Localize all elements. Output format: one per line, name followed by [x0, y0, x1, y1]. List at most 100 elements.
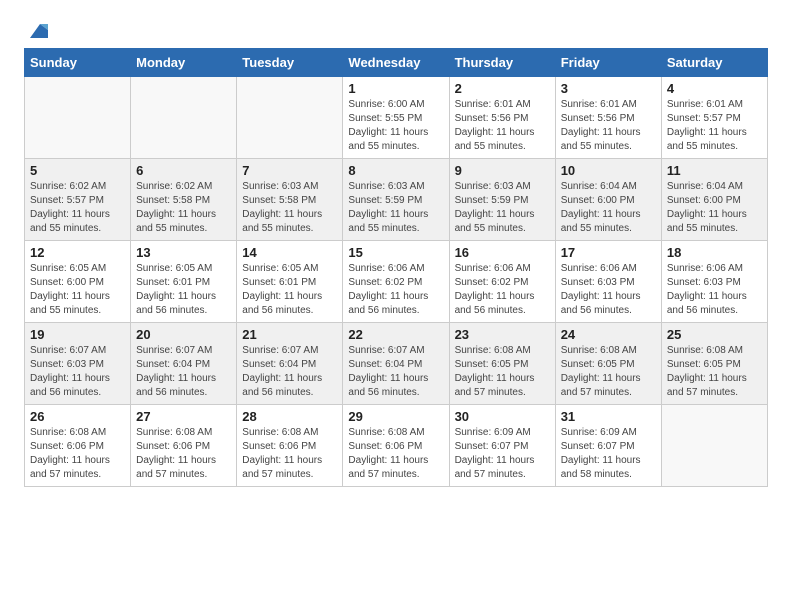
- calendar-cell: [661, 405, 767, 487]
- day-info: Sunrise: 6:09 AM Sunset: 6:07 PM Dayligh…: [561, 426, 656, 482]
- day-number: 8: [348, 163, 443, 178]
- day-number: 29: [348, 409, 443, 424]
- day-number: 21: [242, 327, 337, 342]
- day-info: Sunrise: 6:05 AM Sunset: 6:00 PM Dayligh…: [30, 262, 125, 318]
- day-number: 10: [561, 163, 656, 178]
- day-number: 26: [30, 409, 125, 424]
- calendar-cell: 7 Sunrise: 6:03 AM Sunset: 5:58 PM Daylig…: [237, 159, 343, 241]
- day-info: Sunrise: 6:07 AM Sunset: 6:04 PM Dayligh…: [136, 344, 231, 400]
- day-number: 6: [136, 163, 231, 178]
- weekday-header-row: SundayMondayTuesdayWednesdayThursdayFrid…: [25, 49, 768, 77]
- day-number: 9: [455, 163, 550, 178]
- week-row-2: 5 Sunrise: 6:02 AM Sunset: 5:57 PM Daylig…: [25, 159, 768, 241]
- day-info: Sunrise: 6:05 AM Sunset: 6:01 PM Dayligh…: [136, 262, 231, 318]
- day-info: Sunrise: 6:06 AM Sunset: 6:02 PM Dayligh…: [348, 262, 443, 318]
- calendar-cell: 22 Sunrise: 6:07 AM Sunset: 6:04 PM Dayli…: [343, 323, 449, 405]
- day-number: 24: [561, 327, 656, 342]
- logo: [24, 20, 48, 38]
- day-info: Sunrise: 6:07 AM Sunset: 6:03 PM Dayligh…: [30, 344, 125, 400]
- day-info: Sunrise: 6:03 AM Sunset: 5:59 PM Dayligh…: [348, 180, 443, 236]
- day-number: 30: [455, 409, 550, 424]
- calendar-cell: 21 Sunrise: 6:07 AM Sunset: 6:04 PM Dayli…: [237, 323, 343, 405]
- day-number: 22: [348, 327, 443, 342]
- day-info: Sunrise: 6:00 AM Sunset: 5:55 PM Dayligh…: [348, 98, 443, 154]
- day-number: 16: [455, 245, 550, 260]
- calendar-cell: 9 Sunrise: 6:03 AM Sunset: 5:59 PM Daylig…: [449, 159, 555, 241]
- day-number: 23: [455, 327, 550, 342]
- day-info: Sunrise: 6:08 AM Sunset: 6:06 PM Dayligh…: [136, 426, 231, 482]
- logo-icon: [26, 20, 48, 42]
- day-number: 28: [242, 409, 337, 424]
- day-number: 7: [242, 163, 337, 178]
- week-row-4: 19 Sunrise: 6:07 AM Sunset: 6:03 PM Dayli…: [25, 323, 768, 405]
- day-info: Sunrise: 6:08 AM Sunset: 6:05 PM Dayligh…: [561, 344, 656, 400]
- calendar-cell: 5 Sunrise: 6:02 AM Sunset: 5:57 PM Daylig…: [25, 159, 131, 241]
- week-row-5: 26 Sunrise: 6:08 AM Sunset: 6:06 PM Dayli…: [25, 405, 768, 487]
- day-number: 15: [348, 245, 443, 260]
- calendar-cell: 1 Sunrise: 6:00 AM Sunset: 5:55 PM Daylig…: [343, 77, 449, 159]
- calendar-cell: 8 Sunrise: 6:03 AM Sunset: 5:59 PM Daylig…: [343, 159, 449, 241]
- calendar-cell: 23 Sunrise: 6:08 AM Sunset: 6:05 PM Dayli…: [449, 323, 555, 405]
- calendar-cell: 20 Sunrise: 6:07 AM Sunset: 6:04 PM Dayli…: [131, 323, 237, 405]
- calendar-cell: 31 Sunrise: 6:09 AM Sunset: 6:07 PM Dayli…: [555, 405, 661, 487]
- page-container: SundayMondayTuesdayWednesdayThursdayFrid…: [0, 0, 792, 507]
- day-info: Sunrise: 6:09 AM Sunset: 6:07 PM Dayligh…: [455, 426, 550, 482]
- day-info: Sunrise: 6:08 AM Sunset: 6:05 PM Dayligh…: [667, 344, 762, 400]
- calendar-cell: [237, 77, 343, 159]
- day-info: Sunrise: 6:04 AM Sunset: 6:00 PM Dayligh…: [667, 180, 762, 236]
- calendar-cell: 3 Sunrise: 6:01 AM Sunset: 5:56 PM Daylig…: [555, 77, 661, 159]
- day-number: 4: [667, 81, 762, 96]
- weekday-wednesday: Wednesday: [343, 49, 449, 77]
- calendar-cell: 30 Sunrise: 6:09 AM Sunset: 6:07 PM Dayli…: [449, 405, 555, 487]
- calendar-cell: 28Sunrise: 6:08 AM Sunset: 6:06 PM Dayli…: [237, 405, 343, 487]
- calendar-cell: 26Sunrise: 6:08 AM Sunset: 6:06 PM Dayli…: [25, 405, 131, 487]
- day-number: 3: [561, 81, 656, 96]
- calendar-cell: 10Sunrise: 6:04 AM Sunset: 6:00 PM Dayli…: [555, 159, 661, 241]
- day-info: Sunrise: 6:07 AM Sunset: 6:04 PM Dayligh…: [242, 344, 337, 400]
- day-number: 14: [242, 245, 337, 260]
- day-info: Sunrise: 6:02 AM Sunset: 5:57 PM Dayligh…: [30, 180, 125, 236]
- day-info: Sunrise: 6:06 AM Sunset: 6:03 PM Dayligh…: [667, 262, 762, 318]
- day-number: 13: [136, 245, 231, 260]
- day-info: Sunrise: 6:02 AM Sunset: 5:58 PM Dayligh…: [136, 180, 231, 236]
- calendar-cell: 16Sunrise: 6:06 AM Sunset: 6:02 PM Dayli…: [449, 241, 555, 323]
- day-number: 17: [561, 245, 656, 260]
- day-number: 12: [30, 245, 125, 260]
- calendar-cell: 27Sunrise: 6:08 AM Sunset: 6:06 PM Dayli…: [131, 405, 237, 487]
- day-number: 25: [667, 327, 762, 342]
- day-info: Sunrise: 6:03 AM Sunset: 5:58 PM Dayligh…: [242, 180, 337, 236]
- day-info: Sunrise: 6:08 AM Sunset: 6:05 PM Dayligh…: [455, 344, 550, 400]
- day-info: Sunrise: 6:03 AM Sunset: 5:59 PM Dayligh…: [455, 180, 550, 236]
- header: [24, 20, 768, 38]
- calendar-cell: 14 Sunrise: 6:05 AM Sunset: 6:01 PM Dayli…: [237, 241, 343, 323]
- calendar-cell: [25, 77, 131, 159]
- day-info: Sunrise: 6:06 AM Sunset: 6:03 PM Dayligh…: [561, 262, 656, 318]
- day-info: Sunrise: 6:01 AM Sunset: 5:57 PM Dayligh…: [667, 98, 762, 154]
- calendar-cell: 6 Sunrise: 6:02 AM Sunset: 5:58 PM Daylig…: [131, 159, 237, 241]
- calendar-cell: 4 Sunrise: 6:01 AM Sunset: 5:57 PM Daylig…: [661, 77, 767, 159]
- weekday-sunday: Sunday: [25, 49, 131, 77]
- weekday-thursday: Thursday: [449, 49, 555, 77]
- week-row-3: 12 Sunrise: 6:05 AM Sunset: 6:00 PM Dayli…: [25, 241, 768, 323]
- calendar-cell: 29Sunrise: 6:08 AM Sunset: 6:06 PM Dayli…: [343, 405, 449, 487]
- calendar-cell: 11 Sunrise: 6:04 AM Sunset: 6:00 PM Dayli…: [661, 159, 767, 241]
- day-info: Sunrise: 6:07 AM Sunset: 6:04 PM Dayligh…: [348, 344, 443, 400]
- day-info: Sunrise: 6:01 AM Sunset: 5:56 PM Dayligh…: [561, 98, 656, 154]
- day-number: 1: [348, 81, 443, 96]
- calendar-cell: 2 Sunrise: 6:01 AM Sunset: 5:56 PM Daylig…: [449, 77, 555, 159]
- day-info: Sunrise: 6:05 AM Sunset: 6:01 PM Dayligh…: [242, 262, 337, 318]
- weekday-monday: Monday: [131, 49, 237, 77]
- day-number: 18: [667, 245, 762, 260]
- calendar-cell: 24 Sunrise: 6:08 AM Sunset: 6:05 PM Dayli…: [555, 323, 661, 405]
- day-info: Sunrise: 6:01 AM Sunset: 5:56 PM Dayligh…: [455, 98, 550, 154]
- weekday-tuesday: Tuesday: [237, 49, 343, 77]
- calendar-cell: 15 Sunrise: 6:06 AM Sunset: 6:02 PM Dayli…: [343, 241, 449, 323]
- calendar-cell: 12 Sunrise: 6:05 AM Sunset: 6:00 PM Dayli…: [25, 241, 131, 323]
- day-number: 20: [136, 327, 231, 342]
- day-number: 31: [561, 409, 656, 424]
- weekday-saturday: Saturday: [661, 49, 767, 77]
- day-number: 19: [30, 327, 125, 342]
- day-number: 5: [30, 163, 125, 178]
- day-number: 2: [455, 81, 550, 96]
- day-number: 11: [667, 163, 762, 178]
